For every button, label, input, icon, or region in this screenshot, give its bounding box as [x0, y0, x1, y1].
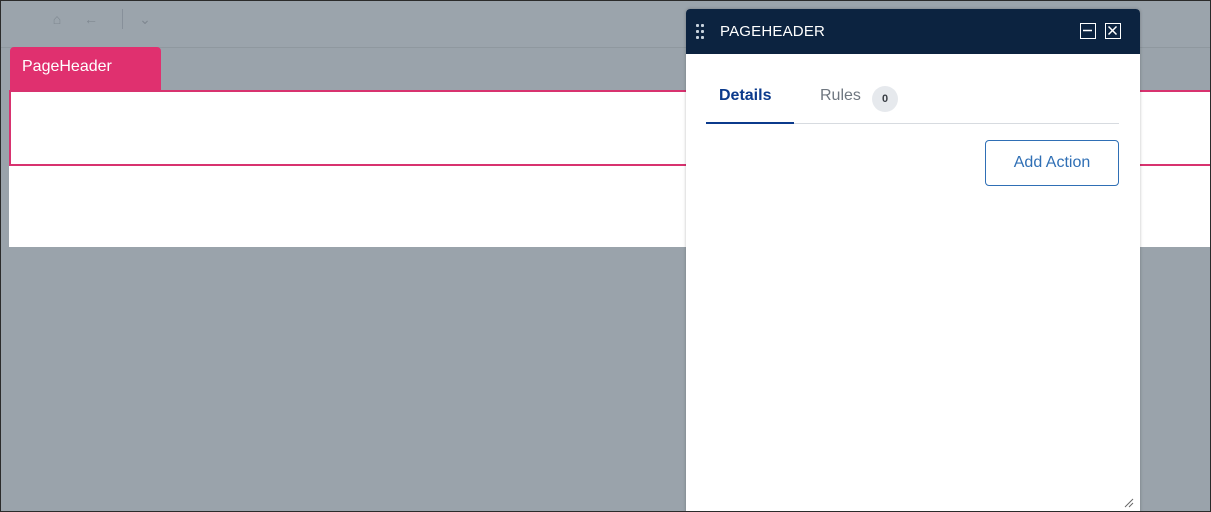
minimize-icon[interactable] [1080, 23, 1096, 39]
back-arrow-icon[interactable]: ← [83, 11, 99, 27]
panel-header: PAGEHEADER [686, 9, 1140, 54]
home-icon[interactable]: ⌂ [49, 11, 65, 27]
resize-handle-icon[interactable] [1122, 495, 1134, 508]
active-tab-indicator [706, 122, 794, 124]
chevron-down-icon[interactable]: ⌄ [137, 11, 153, 27]
panel-tabs: Details Rules 0 [706, 71, 1119, 124]
tab-details-label: Details [719, 87, 772, 104]
tab-rules[interactable]: Rules 0 [820, 71, 920, 123]
toolbar-divider [122, 9, 123, 29]
tab-details[interactable]: Details [706, 71, 794, 124]
properties-panel: PAGEHEADER Details Rules 0 Add Action [686, 9, 1140, 511]
app-frame: ⌂ ← ⌄ PageHeader PAGEHEADER Details Rule… [0, 0, 1211, 512]
add-action-button[interactable]: Add Action [985, 140, 1119, 186]
panel-title: PAGEHEADER [720, 23, 826, 40]
tab-rules-label: Rules [820, 87, 861, 104]
close-icon[interactable] [1105, 23, 1121, 39]
pageheader-tag[interactable]: PageHeader [10, 47, 161, 90]
rules-count-badge: 0 [872, 86, 898, 112]
drag-handle-icon[interactable] [696, 21, 706, 41]
